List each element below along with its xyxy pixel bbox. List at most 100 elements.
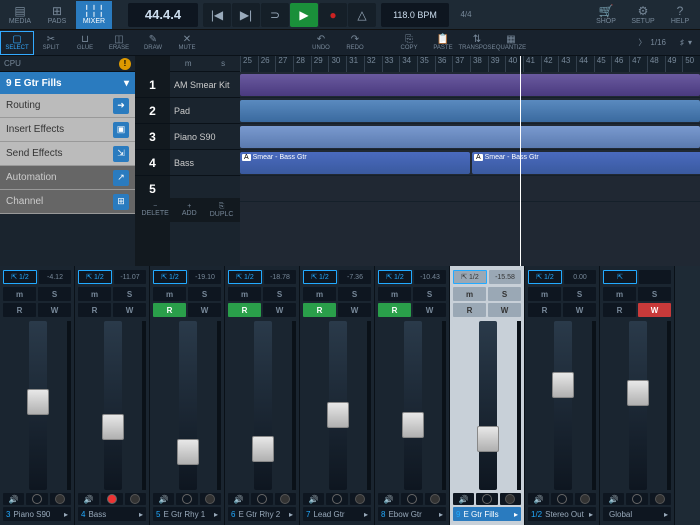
fader-cap[interactable] [27, 389, 49, 415]
write-automation-button[interactable]: W [563, 303, 596, 317]
redo-button[interactable]: ↷REDO [338, 31, 372, 55]
record-enable-button[interactable] [101, 493, 122, 505]
paste-button[interactable]: 📋PASTE [426, 31, 460, 55]
read-automation-button[interactable]: R [378, 303, 411, 317]
midi-clip[interactable] [240, 100, 700, 122]
midi-clip[interactable] [240, 74, 700, 96]
mute-button[interactable]: m [153, 287, 186, 301]
solo-button[interactable]: S [113, 287, 146, 301]
mute-tool[interactable]: ✕MUTE [170, 31, 204, 55]
monitor-button[interactable]: 🔊 [78, 493, 99, 505]
setup-button[interactable]: ⚙SETUP [625, 1, 661, 29]
io-routing[interactable]: ⇱ 1/2 [453, 270, 487, 284]
solo-button[interactable]: S [38, 287, 71, 301]
add-track-button[interactable]: +ADD [182, 203, 197, 217]
inspector-item-send-effects[interactable]: Send Effects⇲ [0, 142, 135, 166]
fader-cap[interactable] [627, 380, 649, 406]
solo-button[interactable]: S [188, 287, 221, 301]
erase-tool[interactable]: ◫ERASE [102, 31, 136, 55]
timeline[interactable]: 2526272829303132333435363738394041424344… [240, 56, 700, 266]
metronome-button[interactable]: △ [348, 3, 376, 27]
loop-button[interactable]: ⊃ [261, 3, 289, 27]
track-number[interactable]: 2 [135, 98, 170, 124]
solo-button[interactable]: S [488, 287, 521, 301]
record-button[interactable]: ● [319, 3, 347, 27]
mute-button[interactable]: m [453, 287, 486, 301]
monitor-button[interactable]: 🔊 [378, 493, 399, 505]
time-display[interactable]: 44.4.4 [128, 3, 198, 27]
shop-button[interactable]: 🛒SHOP [588, 1, 624, 29]
io-routing[interactable]: ⇱ 1/2 [303, 270, 337, 284]
read-automation-button[interactable]: R [453, 303, 486, 317]
fader-track[interactable] [629, 321, 647, 490]
read-automation-button[interactable]: R [603, 303, 636, 317]
pan-knob[interactable] [500, 493, 521, 505]
read-automation-button[interactable]: R [303, 303, 336, 317]
inspector-item-channel[interactable]: Channel⊞ [0, 190, 135, 214]
play-button[interactable]: ▶ [290, 3, 318, 27]
record-enable-button[interactable] [551, 493, 572, 505]
pan-knob[interactable] [125, 493, 146, 505]
read-automation-button[interactable]: R [78, 303, 111, 317]
pan-knob[interactable] [425, 493, 446, 505]
glue-tool[interactable]: ⊔GLUE [68, 31, 102, 55]
read-automation-button[interactable]: R [3, 303, 36, 317]
fader-cap[interactable] [102, 414, 124, 440]
fader-track[interactable] [104, 321, 122, 490]
write-automation-button[interactable]: W [38, 303, 71, 317]
clip-row[interactable] [240, 176, 700, 202]
mute-button[interactable]: m [78, 287, 111, 301]
read-automation-button[interactable]: R [228, 303, 261, 317]
monitor-button[interactable]: 🔊 [528, 493, 549, 505]
pan-knob[interactable] [350, 493, 371, 505]
io-routing[interactable]: ⇱ 1/2 [378, 270, 412, 284]
io-routing[interactable]: ⇱ 1/2 [228, 270, 262, 284]
copy-button[interactable]: ⎘COPY [392, 31, 426, 55]
fader-track[interactable] [29, 321, 47, 490]
record-enable-button[interactable] [401, 493, 422, 505]
channel-label[interactable]: 9E Gtr Fills▸ [453, 507, 521, 521]
io-routing[interactable]: ⇱ 1/2 [3, 270, 37, 284]
channel-label[interactable]: 7Lead Gtr▸ [303, 507, 371, 521]
ruler[interactable]: 2526272829303132333435363738394041424344… [240, 56, 700, 72]
channel-label[interactable]: 5E Gtr Rhy 1▸ [153, 507, 221, 521]
track-name[interactable]: Bass [170, 150, 240, 176]
monitor-button[interactable]: 🔊 [453, 493, 474, 505]
track-number[interactable]: 1 [135, 72, 170, 98]
solo-button[interactable]: S [563, 287, 596, 301]
audio-clip[interactable]: A Smear - Bass Gtr [240, 152, 470, 174]
transpose-button[interactable]: ⇅TRANSPOSE [460, 31, 494, 55]
write-automation-button[interactable]: W [338, 303, 371, 317]
delete-track-button[interactable]: −DELETE [142, 203, 169, 217]
fader-cap[interactable] [477, 426, 499, 452]
mute-button[interactable]: m [3, 287, 36, 301]
channel-label[interactable]: 1/2Stereo Out▸ [528, 507, 596, 521]
track-name[interactable]: Pad [170, 98, 240, 124]
audio-clip[interactable]: A Smear - Bass Gtr [472, 152, 700, 174]
write-automation-button[interactable]: W [113, 303, 146, 317]
mute-button[interactable]: m [228, 287, 261, 301]
write-automation-button[interactable]: W [413, 303, 446, 317]
fader-track[interactable] [404, 321, 422, 490]
fader-track[interactable] [179, 321, 197, 490]
monitor-button[interactable]: 🔊 [153, 493, 174, 505]
record-enable-button[interactable] [476, 493, 497, 505]
snap-value[interactable]: 〉 1/16 ♯ ▾ [638, 37, 700, 48]
read-automation-button[interactable]: R [153, 303, 186, 317]
pan-knob[interactable] [650, 493, 671, 505]
fader-cap[interactable] [402, 412, 424, 438]
record-enable-button[interactable] [326, 493, 347, 505]
clip-row[interactable] [240, 98, 700, 124]
rewind-button[interactable]: |◀ [203, 3, 231, 27]
mute-button[interactable]: m [303, 287, 336, 301]
track-number[interactable]: 4 [135, 150, 170, 176]
monitor-button[interactable]: 🔊 [303, 493, 324, 505]
media-button[interactable]: ▤MEDIA [2, 1, 38, 29]
read-automation-button[interactable]: R [528, 303, 561, 317]
channel-label[interactable]: Global▸ [603, 507, 671, 521]
write-automation-button[interactable]: W [488, 303, 521, 317]
fader-track[interactable] [554, 321, 572, 490]
track-name[interactable]: Piano S90 [170, 124, 240, 150]
inspector-item-insert-effects[interactable]: Insert Effects▣ [0, 118, 135, 142]
monitor-button[interactable]: 🔊 [603, 493, 624, 505]
